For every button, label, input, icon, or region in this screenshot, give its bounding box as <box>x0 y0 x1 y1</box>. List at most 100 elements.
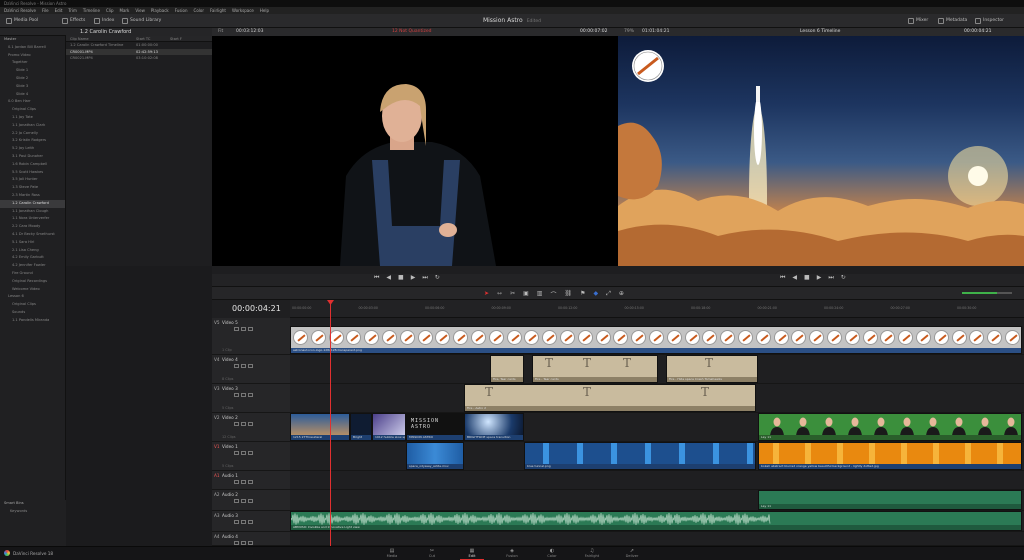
play-reverse-icon[interactable]: ◀ <box>386 274 391 282</box>
clip-a3-audio[interactable]: ABMUSIC Invisible and Innovative Light v… <box>290 511 1022 531</box>
clip-row[interactable]: CR0021.MP4 03:10:02:08 <box>66 55 212 62</box>
track-header-a4[interactable]: A4 Audio 4 <box>212 532 290 546</box>
keywords-bin[interactable]: Keywords <box>0 508 66 516</box>
bin-item[interactable]: 1.2 Carolin Crawford <box>0 199 65 208</box>
track-id[interactable]: V5 <box>214 320 220 325</box>
timeline-viewer[interactable] <box>618 36 1024 266</box>
timeline-ruler[interactable]: 00:00:00:00 00:00:03:00 00:00:06:00 00:00:0… <box>290 300 1024 318</box>
source-zoom[interactable]: Fit <box>218 28 223 36</box>
menu-item-help[interactable]: Help <box>260 7 269 14</box>
marker-icon[interactable]: ◆ <box>593 290 598 299</box>
track-header-v4[interactable]: V4 Video 4 8 Clips <box>212 355 290 384</box>
timeline-scrub-bar[interactable] <box>618 266 1024 274</box>
track-id[interactable]: A1 <box>214 473 220 478</box>
lock-icon[interactable] <box>234 422 239 426</box>
eye-icon[interactable] <box>241 480 246 484</box>
menu-item-playback[interactable]: Playback <box>151 7 169 14</box>
menu-item-resolve[interactable]: DaVinci Resolve <box>4 7 36 14</box>
menu-item-workspace[interactable]: Workspace <box>232 7 254 14</box>
page-tab-deliver[interactable]: ➚ Deliver <box>614 549 650 559</box>
menu-item-edit[interactable]: Edit <box>55 7 63 14</box>
last-frame-icon[interactable]: ⏭ <box>828 274 833 282</box>
bin-item[interactable]: 0.1 Jordan Bill Barrell <box>0 44 65 52</box>
clip-v3-title[interactable]: T T T Fire - Astro 2 <box>464 384 756 412</box>
overwrite-clip-icon[interactable]: ▥ <box>537 290 543 299</box>
bin-item[interactable]: Slide 4 <box>0 91 65 99</box>
eye-icon[interactable] <box>241 451 246 455</box>
clip-v1-video[interactable]: space_odyssey_sidde.mov <box>406 442 464 470</box>
bin-item[interactable]: 2.2 Jo Cornelly <box>0 130 65 138</box>
eye-icon[interactable] <box>241 520 246 524</box>
clip-v4-title[interactable]: T Fire - Hide space Crash Tomahawks <box>666 355 758 383</box>
eye-icon[interactable] <box>241 422 246 426</box>
flag-icon[interactable]: ⚑ <box>580 290 585 299</box>
jog-reverse-icon[interactable]: ⏮ <box>374 274 379 282</box>
lock-icon[interactable] <box>234 480 239 484</box>
insert-clip-icon[interactable]: ▣ <box>523 290 529 299</box>
bin-item[interactable]: Slide 3 <box>0 83 65 91</box>
mute-icon[interactable] <box>248 541 253 545</box>
bin-item[interactable]: 1.6 Robin Campbell <box>0 161 65 169</box>
loop-icon[interactable]: ↻ <box>435 274 440 282</box>
menu-item-timeline[interactable]: Timeline <box>83 7 100 14</box>
col-start-tc[interactable]: Start TC <box>136 36 170 41</box>
play-icon[interactable]: ▶ <box>411 274 416 282</box>
bin-item[interactable]: 4.2 Emily Garbutt <box>0 254 65 262</box>
zoom-full-icon[interactable]: ⤢ <box>606 290 611 299</box>
eye-icon[interactable] <box>241 499 246 503</box>
menu-item-clip[interactable]: Clip <box>106 7 114 14</box>
clip-v2-video[interactable]: Bright <box>350 413 372 441</box>
source-viewer[interactable] <box>212 36 618 266</box>
track-name[interactable]: Video 2 <box>222 415 238 420</box>
track-header-a2[interactable]: A2 Audio 2 <box>212 490 290 511</box>
clip-v1-video[interactable]: blue tunnel.png <box>524 442 756 470</box>
timeline-tracks[interactable]: astronaut-icon-logo-128x128-transparent.… <box>290 318 1024 546</box>
col-start-f[interactable]: Start F <box>170 36 210 41</box>
mute-icon[interactable] <box>248 393 253 397</box>
source-warning[interactable]: 12 Not Quantized <box>392 28 431 36</box>
menu-item-file[interactable]: File <box>42 7 49 14</box>
menu-item-color[interactable]: Color <box>194 7 204 14</box>
page-tab-edit[interactable]: ▦ Edit <box>454 549 490 560</box>
bin-item[interactable]: 2.3 Martin Ross <box>0 192 65 200</box>
program-zoom[interactable]: 79% <box>624 28 634 36</box>
smart-bins-label[interactable]: Smart Bins <box>0 500 66 508</box>
track-name[interactable]: Video 4 <box>222 357 238 362</box>
menu-item-view[interactable]: View <box>135 7 145 14</box>
bin-item[interactable]: 3.2 Kristin Rodgers <box>0 137 65 145</box>
bin-item[interactable]: 1.1 Pandelis Miranda <box>0 317 65 325</box>
eye-icon[interactable] <box>241 541 246 545</box>
clip-v2-video[interactable]: MISSION ASTRO MISSION ASTRO <box>406 413 464 441</box>
lock-icon[interactable] <box>234 520 239 524</box>
bin-item[interactable]: Together <box>0 59 65 67</box>
bin-item[interactable]: 5.5 Scott Hawkes <box>0 169 65 177</box>
bin-item[interactable]: 5.2 Jay Leith <box>0 145 65 153</box>
zoom-detail-icon[interactable]: ⊕ <box>619 290 624 299</box>
track-id[interactable]: V3 <box>214 386 220 391</box>
lock-icon[interactable] <box>234 451 239 455</box>
eye-icon[interactable] <box>241 393 246 397</box>
bin-item[interactable]: Sounds <box>0 309 65 317</box>
track-id[interactable]: V1 <box>214 444 220 449</box>
menu-item-mark[interactable]: Mark <box>120 7 130 14</box>
lock-icon[interactable] <box>234 364 239 368</box>
track-name[interactable]: Audio 1 <box>222 473 238 478</box>
timeline-name[interactable]: Lesson 6 Timeline <box>800 28 840 36</box>
bin-item[interactable]: Lesson 6 <box>0 293 65 301</box>
page-tab-fairlight[interactable]: ♫ Fairlight <box>574 549 610 559</box>
track-name[interactable]: Audio 2 <box>222 492 238 497</box>
loop-icon[interactable]: ↻ <box>841 274 846 282</box>
mute-icon[interactable] <box>248 327 253 331</box>
clip-v5-logo[interactable]: astronaut-icon-logo-128x128-transparent.… <box>290 326 1022 354</box>
mute-icon[interactable] <box>248 520 253 524</box>
page-tab-fusion[interactable]: ◈ Fusion <box>494 549 530 559</box>
bin-item[interactable]: Slide 2 <box>0 75 65 83</box>
lock-icon[interactable] <box>234 393 239 397</box>
clip-v2-video[interactable]: 1912 hubble slow space earth <box>372 413 406 441</box>
bin-item[interactable]: 0.0 Ben Harr <box>0 98 65 106</box>
track-id[interactable]: A4 <box>214 534 220 539</box>
mute-icon[interactable] <box>248 499 253 503</box>
metadata-button[interactable]: Metadata <box>938 17 967 25</box>
inspector-button[interactable]: Inspector <box>975 17 1004 25</box>
col-clip-name[interactable]: Clip Name <box>66 36 136 41</box>
